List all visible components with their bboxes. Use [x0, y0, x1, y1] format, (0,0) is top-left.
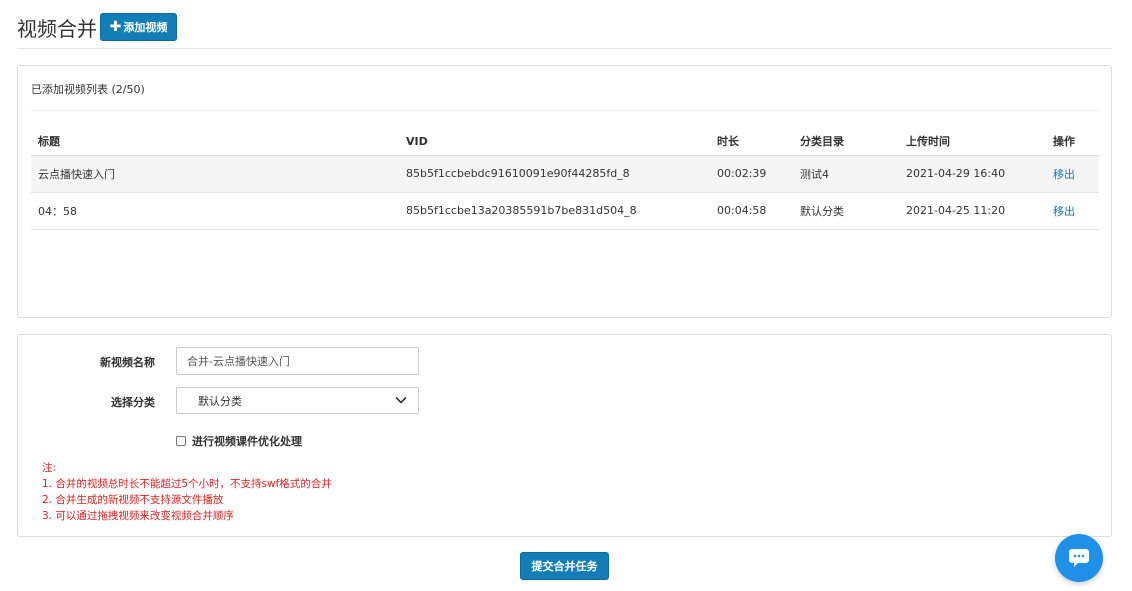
add-video-label: 添加视频 [123, 21, 168, 34]
column-header-title: 标题 [31, 128, 399, 156]
video-duration: 00:04:58 [710, 192, 793, 230]
category-selected-value: 默认分类 [198, 394, 242, 408]
video-table: 标题 VID 时长 分类目录 上传时间 操作 云点播快速入门 85b5f1ccb… [31, 128, 1099, 230]
add-video-button[interactable]: ✚ 添加视频 [100, 13, 177, 41]
column-header-vid: VID [399, 128, 710, 156]
optimize-label: 进行视频课件优化处理 [192, 435, 302, 448]
video-upload-time: 2021-04-25 11:20 [899, 192, 1046, 230]
page-title: 视频合并 [17, 17, 97, 41]
optimize-checkbox[interactable] [176, 436, 186, 446]
category-select[interactable]: 默认分类 [176, 387, 419, 414]
video-duration: 00:02:39 [710, 155, 793, 193]
remove-link[interactable]: 移出 [1053, 168, 1075, 181]
new-video-name-label: 新视频名称 [100, 356, 155, 369]
table-header-row: 标题 VID 时长 分类目录 上传时间 操作 [31, 128, 1099, 156]
chevron-down-icon [395, 397, 407, 404]
new-video-name-input[interactable] [176, 347, 419, 375]
note-line: 2. 合并生成的新视频不支持源文件播放 [42, 494, 224, 506]
video-vid: 85b5f1ccbe13a20385591b7be831d504_8 [399, 192, 710, 230]
column-header-category: 分类目录 [793, 128, 899, 156]
plus-icon: ✚ [109, 19, 122, 35]
notes: 注: 1. 合并的视频总时长不能超过5个小时，不支持swf格式的合并 2. 合并… [42, 460, 332, 524]
remove-link[interactable]: 移出 [1053, 205, 1075, 218]
chat-bubble-icon [1069, 549, 1089, 567]
divider [31, 110, 1098, 111]
merge-form-panel: 新视频名称 选择分类 默认分类 进行视频课件优化处理 注: 1. 合并的视频总时… [17, 334, 1112, 537]
page-header: 视频合并 ✚ 添加视频 [17, 12, 1112, 49]
submit-merge-button[interactable]: 提交合并任务 [520, 552, 609, 580]
note-line: 注: [42, 462, 57, 474]
video-category: 测试4 [793, 155, 899, 193]
video-upload-time: 2021-04-29 16:40 [899, 155, 1046, 193]
video-title: 云点播快速入门 [31, 155, 399, 193]
table-row[interactable]: 04：58 85b5f1ccbe13a20385591b7be831d504_8… [31, 192, 1099, 230]
video-list-panel: 已添加视频列表 (2/50) 标题 VID 时长 分类目录 上传时间 操作 云点… [17, 65, 1112, 318]
table-row[interactable]: 云点播快速入门 85b5f1ccbebdc91610091e90f44285fd… [31, 155, 1099, 193]
column-header-duration: 时长 [710, 128, 793, 156]
action-cell: 移出 [1046, 192, 1099, 230]
column-header-upload-time: 上传时间 [899, 128, 1046, 156]
video-category: 默认分类 [793, 192, 899, 230]
column-header-action: 操作 [1046, 128, 1099, 156]
category-label: 选择分类 [111, 396, 155, 409]
chat-button[interactable] [1055, 534, 1103, 582]
video-list-title: 已添加视频列表 (2/50) [31, 83, 145, 96]
optimize-option[interactable]: 进行视频课件优化处理 [176, 433, 302, 449]
action-cell: 移出 [1046, 155, 1099, 193]
note-line: 1. 合并的视频总时长不能超过5个小时，不支持swf格式的合并 [42, 478, 332, 490]
video-vid: 85b5f1ccbebdc91610091e90f44285fd_8 [399, 155, 710, 193]
video-title: 04：58 [31, 192, 399, 230]
note-line: 3. 可以通过拖拽视频来改变视频合并顺序 [42, 510, 234, 522]
